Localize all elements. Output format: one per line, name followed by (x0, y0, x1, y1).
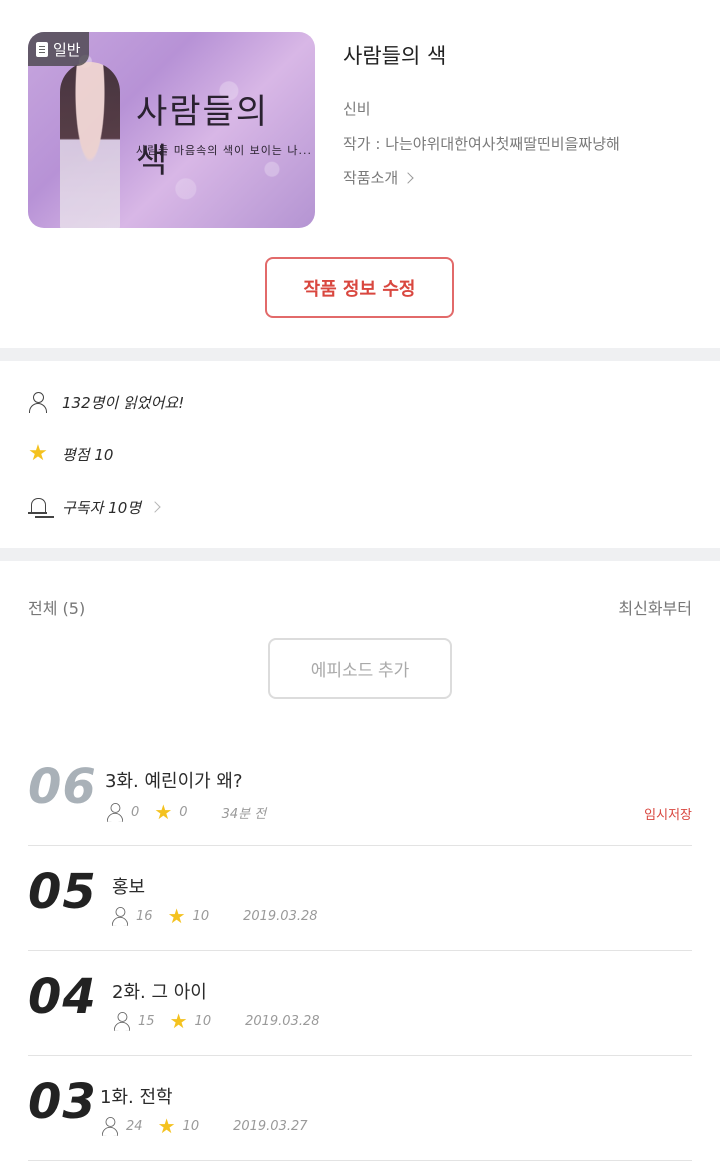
section-divider (0, 548, 720, 561)
cover-image[interactable]: 일반 사람들의 색 사람들 마음속의 색이 보이는 나... (28, 32, 315, 228)
badge-label: 일반 (53, 40, 81, 59)
episode-rating: 10 (192, 908, 210, 924)
episode-number: 04 (28, 969, 97, 1025)
episode-rating: 10 (182, 1118, 200, 1134)
episode-date: 2019.03.27 (233, 1118, 308, 1134)
star-icon: ★ (154, 800, 173, 824)
star-icon: ★ (169, 1009, 188, 1033)
work-intro-label: 작품소개 (343, 169, 399, 187)
cover-subtitle: 사람들 마음속의 색이 보이는 나... (136, 144, 313, 157)
episode-number: 06 (28, 759, 97, 815)
person-icon (113, 1011, 131, 1031)
rating-label: 평점 10 (62, 445, 114, 464)
episode-title: 1화. 전학 (100, 1087, 173, 1108)
work-genre: 신비 (343, 100, 371, 118)
star-icon: ★ (157, 1114, 176, 1138)
add-episode-button[interactable]: 에피소드 추가 (268, 638, 452, 699)
episode-views: 15 (138, 1013, 155, 1029)
episode-views: 0 (131, 804, 140, 820)
episode-meta: 16 ★ 10 2019.03.28 (110, 905, 318, 927)
episode-title: 홍보 (112, 877, 146, 898)
episode-title: 3화. 예린이가 왜? (105, 771, 243, 792)
episode-number: 03 (28, 1074, 97, 1130)
work-author: 작가 : 나는야위대한여사첫째딸띤비을짜냥해 (343, 135, 620, 153)
episode-meta: 24 ★ 10 2019.03.27 (100, 1115, 308, 1137)
bell-icon (28, 496, 48, 518)
sort-toggle[interactable]: 최신화부터 (618, 595, 692, 619)
readers-label: 132명이 읽었어요! (62, 393, 185, 412)
cover-title: 사람들의 색 (136, 92, 270, 181)
episode-row[interactable]: 03 1화. 전학 24 ★ 10 2019.03.27 (28, 1056, 692, 1161)
subscribers-label: 구독자 10명 (62, 498, 142, 517)
episode-rating: 0 (179, 804, 188, 820)
section-divider (0, 348, 720, 361)
document-icon (36, 41, 48, 57)
subscribers-stat[interactable]: 구독자 10명 (28, 495, 161, 519)
episode-views: 16 (136, 908, 153, 924)
cover-figure (60, 62, 120, 228)
person-icon (28, 391, 48, 413)
episode-number: 05 (28, 864, 97, 920)
episode-date: 2019.03.28 (245, 1013, 320, 1029)
chevron-right-icon (402, 171, 414, 184)
work-title: 사람들의 색 (343, 44, 447, 68)
episode-row[interactable]: 05 홍보 16 ★ 10 2019.03.28 (28, 846, 692, 951)
readers-stat: 132명이 읽었어요! (28, 390, 184, 414)
episode-date: 2019.03.28 (243, 908, 318, 924)
episode-views: 24 (126, 1118, 143, 1134)
episode-row[interactable]: 06 3화. 예린이가 왜? 0 ★ 0 34분 전 임시저장 (28, 741, 692, 846)
episode-title: 2화. 그 아이 (112, 982, 207, 1003)
episode-meta: 0 ★ 0 34분 전 (105, 801, 266, 823)
person-icon (106, 802, 124, 822)
star-icon: ★ (28, 441, 48, 466)
work-info: 일반 사람들의 색 사람들 마음속의 색이 보이는 나... 사람들의 색 신비… (0, 0, 720, 348)
star-icon: ★ (167, 904, 186, 928)
episode-row[interactable]: 04 2화. 그 아이 15 ★ 10 2019.03.28 (28, 951, 692, 1056)
episode-count: 전체 (5) (28, 599, 86, 618)
person-icon (111, 906, 129, 926)
episode-meta: 15 ★ 10 2019.03.28 (112, 1010, 320, 1032)
person-icon (101, 1116, 119, 1136)
genre-badge: 일반 (28, 32, 89, 66)
rating-stat: ★ 평점 10 (28, 442, 113, 466)
draft-status: 임시저장 (644, 808, 692, 823)
episode-rating: 10 (194, 1013, 212, 1029)
chevron-right-icon (149, 501, 161, 513)
work-intro-link[interactable]: 작품소개 (343, 167, 414, 188)
edit-work-info-button[interactable]: 작품 정보 수정 (265, 257, 454, 318)
episode-date: 34분 전 (221, 806, 267, 822)
